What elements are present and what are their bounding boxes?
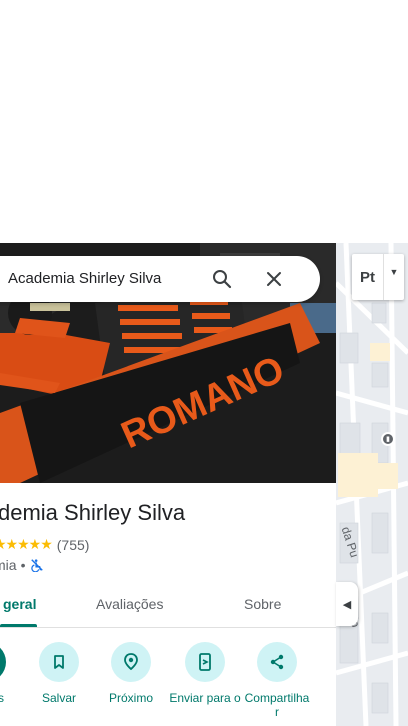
wheelchair-not-accessible-icon bbox=[31, 559, 44, 572]
bus-stop-icon[interactable]: ▮ bbox=[381, 432, 395, 446]
nearby-button[interactable]: Próximo bbox=[95, 642, 167, 705]
rating-stars: ★★★★★ bbox=[0, 536, 53, 552]
send-to-phone-button[interactable]: Enviar para o bbox=[169, 642, 241, 705]
share-label: Compartilha r bbox=[244, 691, 310, 719]
bookmark-icon bbox=[39, 642, 79, 682]
share-icon bbox=[257, 642, 297, 682]
review-count[interactable]: (755) bbox=[57, 537, 90, 553]
language-layer-button[interactable]: Pt ▼ bbox=[352, 254, 404, 300]
search-box[interactable]: Academia Shirley Silva bbox=[0, 256, 320, 302]
send-to-phone-label: Enviar para o bbox=[169, 691, 241, 705]
nearby-label: Próximo bbox=[108, 691, 153, 705]
layer-label: Pt bbox=[352, 254, 384, 300]
search-input[interactable]: Academia Shirley Silva bbox=[8, 270, 161, 287]
tab-reviews[interactable]: Avaliações bbox=[96, 596, 163, 612]
save-label: Salvar bbox=[41, 691, 76, 705]
collapse-panel-button[interactable]: ◀ bbox=[336, 582, 358, 626]
tab-about[interactable]: Sobre bbox=[244, 596, 281, 612]
screen: da Pu ação ▮ Pt ▼ bbox=[0, 0, 408, 726]
chevron-down-icon[interactable]: ▼ bbox=[384, 254, 404, 300]
tab-overview[interactable]: geral bbox=[3, 596, 36, 612]
map-canvas[interactable] bbox=[336, 243, 408, 726]
save-button[interactable]: Salvar bbox=[23, 642, 95, 705]
share-button[interactable]: Compartilha r bbox=[241, 642, 313, 719]
category-row: mia • bbox=[0, 557, 44, 573]
tab-selected-indicator bbox=[0, 624, 37, 627]
place-title: demia Shirley Silva bbox=[0, 500, 186, 525]
separator: • bbox=[20, 557, 26, 573]
nearby-icon bbox=[111, 642, 151, 682]
place-category[interactable]: mia bbox=[0, 557, 17, 573]
directions-button[interactable]: s bbox=[0, 642, 22, 705]
send-to-phone-icon bbox=[185, 642, 225, 682]
close-icon[interactable] bbox=[262, 267, 286, 291]
chevron-left-icon: ◀ bbox=[342, 598, 352, 611]
directions-label: s bbox=[0, 691, 4, 705]
directions-icon bbox=[0, 642, 6, 682]
rating-row[interactable]: ★★★★★ (755) bbox=[0, 536, 89, 553]
search-icon[interactable] bbox=[210, 267, 234, 291]
tab-bar: geral Avaliações Sobre bbox=[0, 582, 336, 628]
